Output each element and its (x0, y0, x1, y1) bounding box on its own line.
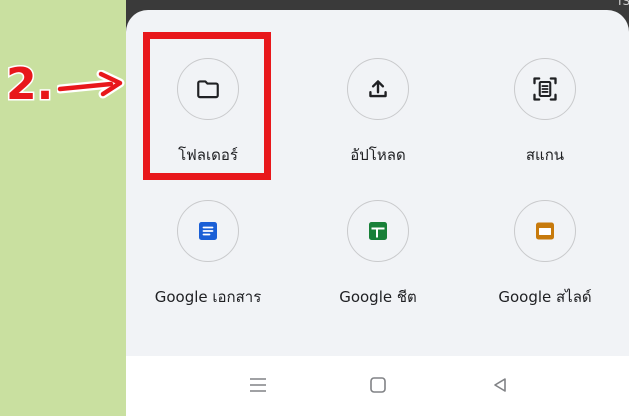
step-number: 2. (4, 59, 54, 110)
google-docs-icon-circle (177, 200, 239, 262)
scan-icon-circle (514, 58, 576, 120)
google-slides-icon (536, 222, 554, 240)
google-slides-icon-circle (514, 200, 576, 262)
folder-button[interactable]: โฟลเดอร์ (128, 58, 288, 178)
home-button[interactable] (360, 370, 396, 400)
back-button[interactable] (482, 370, 518, 400)
system-navigation-bar (126, 356, 629, 416)
upload-button[interactable]: อัปโหลด (298, 58, 458, 178)
google-sheets-icon (369, 222, 387, 240)
google-docs-label: Google เอกสาร (154, 288, 262, 306)
google-docs-icon (199, 222, 217, 240)
google-sheets-button[interactable]: Google ชีต (298, 200, 458, 320)
background-peek-text: ISO (618, 0, 629, 8)
google-docs-button[interactable]: Google เอกสาร (128, 200, 288, 320)
menu-icon (250, 378, 266, 392)
upload-label: อัปโหลด (350, 146, 406, 164)
folder-icon (197, 80, 219, 99)
upload-icon (369, 80, 387, 98)
upload-icon-circle (347, 58, 409, 120)
home-icon (370, 377, 386, 393)
folder-icon-circle (177, 58, 239, 120)
scan-label: สแกน (525, 146, 565, 164)
create-options-grid: โฟลเดอร์ อัปโหลด สแกน Google เอกสาร Goog… (126, 10, 629, 356)
arrow-right-icon (57, 70, 125, 99)
google-sheets-label: Google ชีต (339, 288, 417, 306)
google-slides-label: Google สไลด์ (498, 288, 592, 306)
create-new-bottom-sheet: โฟลเดอร์ อัปโหลด สแกน Google เอกสาร Goog… (126, 10, 629, 416)
recent-apps-button[interactable] (240, 370, 276, 400)
google-slides-button[interactable]: Google สไลด์ (465, 200, 625, 320)
google-sheets-icon-circle (347, 200, 409, 262)
back-icon (494, 378, 506, 392)
scan-button[interactable]: สแกน (465, 58, 625, 178)
annotation-step-badge: 2. (4, 58, 125, 112)
scan-icon (533, 77, 557, 101)
folder-label: โฟลเดอร์ (178, 146, 238, 164)
